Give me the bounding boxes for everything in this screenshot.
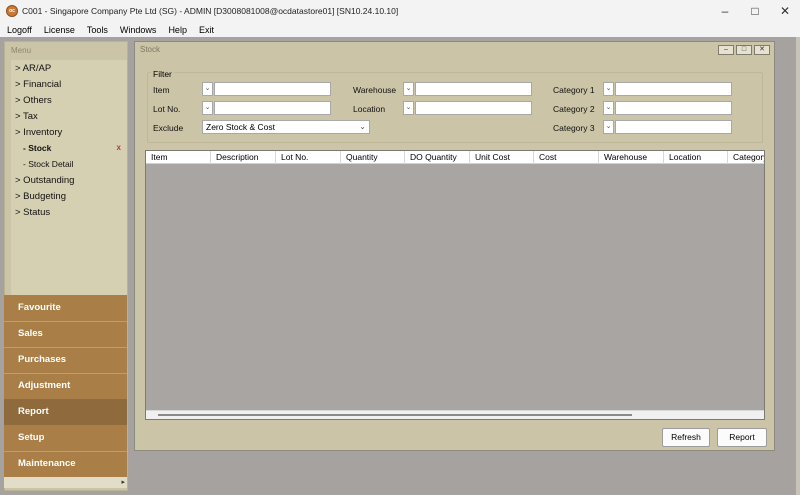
close-icon[interactable]: ✕ [754,45,770,55]
maximize-icon[interactable]: □ [740,0,770,22]
module-favourite[interactable]: Favourite [4,295,127,321]
restore-icon[interactable]: □ [736,45,752,55]
location-input[interactable] [415,101,532,115]
category3-input[interactable] [615,120,732,134]
tree-item-tax[interactable]: > Tax [15,111,38,122]
category3-label: Category 3 [553,123,595,133]
window-title: C001 - Singapore Company Pte Ltd (SG) - … [22,6,399,16]
category1-dropdown-button[interactable]: ⌄ [603,82,614,96]
menu-bar: Logoff License Tools Windows Help Exit [0,22,800,37]
report-button[interactable]: Report [717,428,767,447]
grid-horizontal-scrollbar[interactable] [146,410,764,419]
sidebar-header: Menu [11,46,32,55]
module-sales[interactable]: Sales [4,321,127,347]
navigation-tree: > AR/AP > Financial > Others > Tax > Inv… [11,60,127,330]
tree-item-stock[interactable]: - Stock [23,143,51,153]
grid-header: Item Description Lot No. Quantity DO Qua… [146,151,764,164]
menu-logoff[interactable]: Logoff [7,25,32,35]
lot-no-label: Lot No. [153,104,181,114]
column-header-unit-cost[interactable]: Unit Cost [470,151,534,164]
stock-window-title: Stock [140,45,161,54]
category3-dropdown-button[interactable]: ⌄ [603,120,614,134]
expand-icon[interactable]: ▸ [121,478,125,486]
stock-grid[interactable]: Item Description Lot No. Quantity DO Qua… [145,150,765,420]
lot-no-input[interactable] [214,101,331,115]
title-bar: oc C001 - Singapore Company Pte Ltd (SG)… [0,0,800,22]
location-label: Location [353,104,386,114]
minimize-icon[interactable]: – [710,0,740,22]
column-header-quantity[interactable]: Quantity [341,151,405,164]
tree-item-stock-detail[interactable]: - Stock Detail [23,159,74,169]
warehouse-input[interactable] [415,82,532,96]
item-input[interactable] [214,82,331,96]
filter-label: Filter [151,69,174,79]
exclude-select[interactable]: Zero Stock & Cost ⌄ [202,120,370,134]
module-menu: Favourite Sales Purchases Adjustment Rep… [4,295,127,477]
menu-license[interactable]: License [44,25,75,35]
right-edge [796,37,800,495]
stock-window: Stock – □ ✕ Filter Item ⌄ Lot No. ⌄ Excl… [134,41,775,451]
refresh-button[interactable]: Refresh [662,428,710,447]
column-header-do-quantity[interactable]: DO Quantity [405,151,470,164]
column-header-description[interactable]: Description [211,151,276,164]
item-label: Item [153,85,170,95]
category1-input[interactable] [615,82,732,96]
category1-label: Category 1 [553,85,595,95]
column-header-category[interactable]: Category [728,151,764,164]
module-report[interactable]: Report [4,399,127,425]
category2-dropdown-button[interactable]: ⌄ [603,101,614,115]
module-setup[interactable]: Setup [4,425,127,451]
chevron-down-icon: ⌄ [359,122,366,131]
menu-tools[interactable]: Tools [87,25,108,35]
menu-windows[interactable]: Windows [120,25,157,35]
tree-item-status[interactable]: > Status [15,207,50,218]
column-header-warehouse[interactable]: Warehouse [599,151,664,164]
tree-item-arap[interactable]: > AR/AP [15,63,51,74]
column-header-cost[interactable]: Cost [534,151,599,164]
tree-item-budgeting[interactable]: > Budgeting [15,191,66,202]
scrollbar-thumb[interactable] [158,414,632,416]
warehouse-label: Warehouse [353,85,397,95]
close-stock-icon[interactable]: x [117,143,121,152]
menu-help[interactable]: Help [168,25,187,35]
exclude-label: Exclude [153,123,184,133]
module-adjustment[interactable]: Adjustment [4,373,127,399]
warehouse-dropdown-button[interactable]: ⌄ [403,82,414,96]
column-header-item[interactable]: Item [146,151,211,164]
close-icon[interactable]: ✕ [770,0,800,22]
app-logo-icon: oc [6,5,18,17]
module-purchases[interactable]: Purchases [4,347,127,373]
location-dropdown-button[interactable]: ⌄ [403,101,414,115]
tree-item-others[interactable]: > Others [15,95,52,106]
minimize-icon[interactable]: – [718,45,734,55]
exclude-value: Zero Stock & Cost [206,122,275,132]
category2-input[interactable] [615,101,732,115]
menu-exit[interactable]: Exit [199,25,214,35]
category2-label: Category 2 [553,104,595,114]
column-header-location[interactable]: Location [664,151,728,164]
lot-no-dropdown-button[interactable]: ⌄ [202,101,213,115]
tree-item-outstanding[interactable]: > Outstanding [15,175,74,186]
sidebar-footer: ▸ [4,477,127,488]
item-dropdown-button[interactable]: ⌄ [202,82,213,96]
module-maintenance[interactable]: Maintenance [4,451,127,477]
tree-item-financial[interactable]: > Financial [15,79,61,90]
tree-item-inventory[interactable]: > Inventory [15,127,62,138]
column-header-lot-no[interactable]: Lot No. [276,151,341,164]
